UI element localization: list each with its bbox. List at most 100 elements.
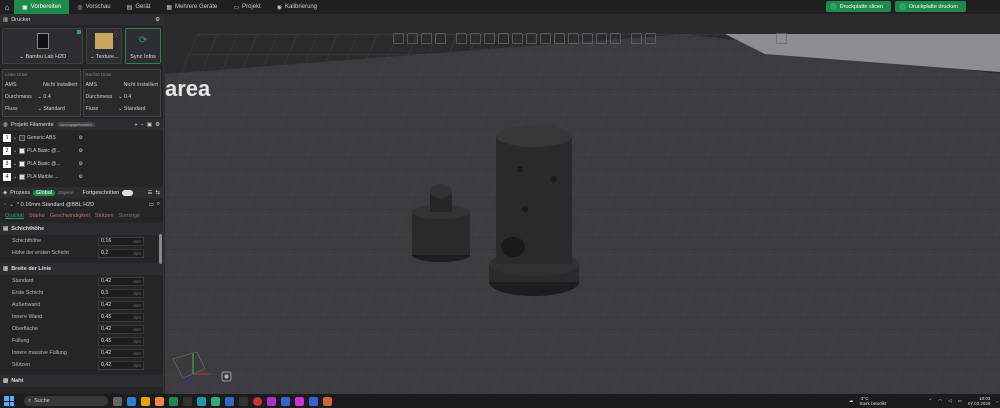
lay-on-face-icon[interactable] xyxy=(498,32,509,44)
tall-part[interactable] xyxy=(489,125,579,296)
param-input[interactable]: 0,42 mm xyxy=(98,276,144,286)
app-icon[interactable] xyxy=(239,396,248,406)
seam-paint-icon[interactable] xyxy=(540,32,551,44)
sync-info-button[interactable]: ⟳ Sync Infos xyxy=(125,28,161,64)
add-icon[interactable]: + xyxy=(134,122,137,128)
tab-calibration[interactable]: ◉ Kalibrierung xyxy=(269,0,325,14)
gear-icon[interactable]: ⚙ xyxy=(155,17,160,23)
printer-card[interactable]: ⌄ Bambu Lab H2D xyxy=(2,28,84,64)
app-icon[interactable] xyxy=(225,396,234,406)
grid-arrange-icon[interactable] xyxy=(407,32,418,44)
layers-icon[interactable] xyxy=(435,32,446,44)
orient-icon[interactable] xyxy=(421,32,432,44)
app-icon[interactable] xyxy=(127,396,136,406)
param-input[interactable]: 0,16 mm xyxy=(98,236,144,246)
rotate-icon[interactable] xyxy=(470,32,481,44)
save-icon[interactable]: ▭ xyxy=(149,202,154,208)
app-icon[interactable] xyxy=(197,396,206,406)
tab-strength[interactable]: Stärke xyxy=(29,213,45,219)
app-icon[interactable] xyxy=(281,396,290,406)
app-icon[interactable] xyxy=(323,396,332,406)
folder-icon[interactable] xyxy=(141,396,150,406)
task-view-icon[interactable] xyxy=(113,396,122,406)
app-icon[interactable] xyxy=(267,396,276,406)
filament-item[interactable]: 1 ⌄ Generic ABS ⚙ xyxy=(3,132,83,143)
home-icon[interactable]: ⌂ xyxy=(0,0,14,14)
scale-icon[interactable] xyxy=(484,32,495,44)
app-icon[interactable] xyxy=(211,396,220,406)
panel-scrollbar[interactable] xyxy=(159,234,162,264)
remove-icon[interactable]: − xyxy=(141,122,144,128)
weather-widget[interactable]: -3°C Stark bewölkt xyxy=(859,396,886,406)
app-icon[interactable] xyxy=(309,396,318,406)
network-icon[interactable]: ◠ xyxy=(938,398,942,404)
tab-speed[interactable]: Geschwindigkeit xyxy=(50,213,90,219)
param-input[interactable]: 0,42 mm xyxy=(98,360,144,370)
tab-preview[interactable]: ◎ Vorschau xyxy=(69,0,118,14)
object-toggle[interactable]: Objekte xyxy=(58,190,74,195)
text-icon[interactable] xyxy=(596,32,607,44)
dropdown-icon[interactable] xyxy=(899,3,907,10)
process-profile-select[interactable]: ◔ ⌄ * 0.16mm Standard @BBL H2D ▭ ⌕ xyxy=(0,198,163,211)
start-icon[interactable] xyxy=(4,396,14,406)
tab-multi-device[interactable]: ▦ Mehrere Geräte xyxy=(158,0,225,14)
search-icon[interactable]: ⌕ xyxy=(157,201,160,208)
filament-item[interactable]: 2 ⌄ PLA Basic @... ⚙ xyxy=(3,145,83,156)
move-icon[interactable] xyxy=(456,32,467,44)
print-plate-button[interactable]: Druckplatte drucken xyxy=(895,1,966,12)
gear-icon[interactable]: ⚙ xyxy=(155,122,160,128)
3d-viewport[interactable]: area xyxy=(165,14,1000,394)
right-diameter-select[interactable]: ⌄ 0.4 xyxy=(118,94,158,100)
chevron-up-icon[interactable]: ⌃ xyxy=(928,398,932,404)
param-input[interactable]: 0,42 mm xyxy=(98,324,144,334)
param-input[interactable]: 0,45 mm xyxy=(98,312,144,322)
app-icon[interactable] xyxy=(253,396,262,406)
settings-icon[interactable]: ⚙ xyxy=(79,148,83,154)
app-icon[interactable] xyxy=(183,396,192,406)
battery-icon[interactable]: ▭ xyxy=(958,398,962,404)
object-list-icon[interactable] xyxy=(776,32,787,44)
measure-icon[interactable] xyxy=(568,32,579,44)
weather-icon[interactable]: ☁ xyxy=(849,398,854,404)
ams-sync-icon[interactable]: ▣ xyxy=(147,122,152,128)
split-icon[interactable] xyxy=(631,32,642,44)
search-box[interactable]: ⌕ Suche xyxy=(24,396,108,406)
param-input[interactable]: 0,5 mm xyxy=(98,288,144,298)
color-paint-icon[interactable] xyxy=(554,32,565,44)
param-input[interactable]: 0,42 mm xyxy=(98,300,144,310)
param-input[interactable]: 0,45 mm xyxy=(98,336,144,346)
app-icon[interactable] xyxy=(295,396,304,406)
right-flow-select[interactable]: ⌄ Standard xyxy=(118,106,158,112)
global-toggle[interactable]: Global xyxy=(33,189,56,196)
filament-item[interactable]: 4 ⌄ PLA Marble ... ⚙ xyxy=(3,171,83,182)
advanced-toggle[interactable] xyxy=(122,189,134,196)
cut-icon[interactable] xyxy=(512,32,523,44)
spreadsheet-icon[interactable] xyxy=(169,396,178,406)
tab-project[interactable]: ▭ Projekt xyxy=(225,0,268,14)
plate-card[interactable]: ⓘ ⌄ Texture... xyxy=(86,28,123,64)
browser-icon[interactable] xyxy=(155,396,164,406)
support-paint-icon[interactable] xyxy=(526,32,537,44)
brim-icon[interactable] xyxy=(610,32,621,44)
slicing-view-icon[interactable] xyxy=(645,32,656,44)
filament-item[interactable]: 3 ⌄ PLA Basic @... ⚙ xyxy=(3,158,83,169)
left-diameter-select[interactable]: ⌄ 0.4 xyxy=(38,94,78,100)
left-flow-select[interactable]: ⌄ Standard xyxy=(38,106,78,112)
param-input[interactable]: 0,2 mm xyxy=(98,248,144,258)
info-icon[interactable]: ⓘ xyxy=(114,31,119,38)
tab-prepare[interactable]: ▣ Vorbereiten xyxy=(14,0,70,14)
tab-support[interactable]: Stützen xyxy=(95,213,114,219)
volume-icon[interactable]: ◁ xyxy=(948,398,951,404)
tab-device[interactable]: ▤ Gerät xyxy=(119,0,159,14)
compare-icon[interactable]: ⇆ xyxy=(155,190,160,196)
tab-others[interactable]: Sonstige xyxy=(119,213,140,219)
dropdown-icon[interactable] xyxy=(829,3,837,10)
notifications-icon[interactable]: ▫ xyxy=(996,399,998,404)
add-cube-icon[interactable] xyxy=(393,32,404,44)
settings-icon[interactable]: ⚙ xyxy=(79,135,83,141)
clock[interactable]: 18:03 07.03.2026 xyxy=(968,396,991,406)
settings-icon[interactable]: ⚙ xyxy=(79,174,83,180)
list-icon[interactable]: ☰ xyxy=(147,190,152,196)
tab-quality[interactable]: Qualität xyxy=(5,213,24,219)
assembly-icon[interactable] xyxy=(582,32,593,44)
